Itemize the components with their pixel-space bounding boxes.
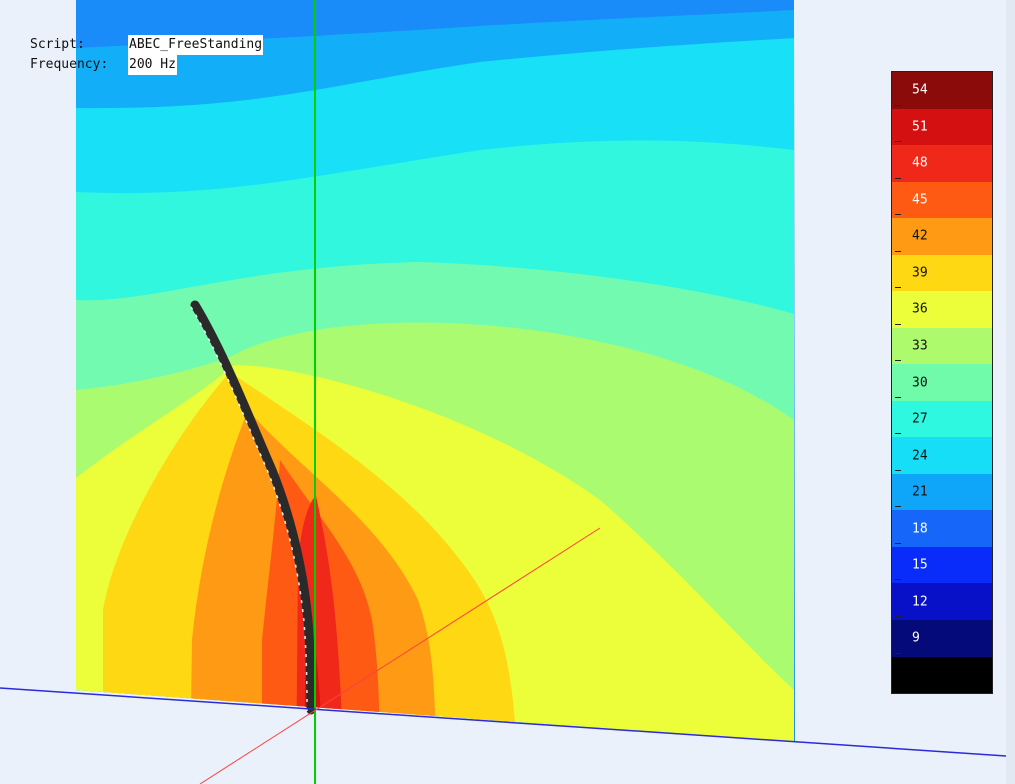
- script-value: ABEC_FreeStanding: [128, 35, 264, 55]
- legend-swatch: 30: [892, 364, 992, 401]
- legend-label: 54: [912, 82, 928, 98]
- legend-swatch: 15: [892, 546, 992, 584]
- simulation-viewport[interactable]: [0, 0, 1015, 784]
- legend-label: 12: [912, 594, 928, 610]
- contour-plane: [76, 0, 795, 742]
- legend-swatch: 24: [892, 437, 992, 474]
- legend-label: 18: [912, 521, 928, 537]
- legend-swatch: 9: [892, 619, 992, 657]
- legend-swatch: 45: [892, 181, 992, 219]
- legend-swatch: 36: [892, 291, 992, 328]
- window-edge-strip: [1006, 0, 1015, 784]
- frequency-value: 200 Hz: [128, 55, 177, 75]
- legend-label: 30: [912, 375, 928, 391]
- legend-swatch: 51: [892, 108, 992, 146]
- legend-label: 21: [912, 484, 928, 500]
- legend-tick: [895, 287, 901, 289]
- legend-swatch: 21: [892, 473, 992, 511]
- legend-label: 42: [912, 228, 928, 244]
- legend-label: 27: [912, 411, 928, 427]
- legend-tick: [895, 177, 901, 179]
- legend-tick: [895, 469, 901, 471]
- legend-swatch: 42: [892, 218, 992, 255]
- frequency-row: Frequency: 200 Hz: [30, 55, 263, 75]
- legend-tick: [895, 360, 901, 362]
- script-row: Script: ABEC_FreeStanding: [30, 35, 264, 55]
- legend-swatch: 18: [892, 510, 992, 547]
- frequency-label: Frequency:: [30, 57, 109, 72]
- legend-tick: [895, 141, 901, 143]
- legend-tick: [895, 396, 901, 398]
- legend-label: 48: [912, 155, 928, 171]
- info-overlay: Script: ABEC_FreeStanding Frequency: 200…: [30, 35, 264, 75]
- legend-tick: [895, 652, 901, 654]
- legend-label: 39: [912, 265, 928, 281]
- legend-tick: [895, 104, 901, 106]
- legend-swatch: 12: [892, 583, 992, 620]
- legend-label: 33: [912, 338, 928, 354]
- legend-label: 9: [912, 630, 920, 646]
- legend-tick: [895, 250, 901, 252]
- legend-swatch: 33: [892, 327, 992, 365]
- legend-label: 36: [912, 301, 928, 317]
- legend-swatch: [892, 656, 992, 694]
- legend-label: 51: [912, 119, 928, 135]
- legend-tick: [895, 542, 901, 544]
- legend-tick: [895, 579, 901, 581]
- legend-tick: [895, 506, 901, 508]
- legend-swatch: 27: [892, 400, 992, 438]
- legend-tick: [895, 433, 901, 435]
- legend-label: 45: [912, 192, 928, 208]
- legend-swatch: 48: [892, 145, 992, 182]
- legend-tick: [895, 214, 901, 216]
- legend-label: 15: [912, 557, 928, 573]
- legend-swatch: 54: [892, 72, 992, 109]
- script-label: Script:: [30, 37, 85, 52]
- legend-label: 24: [912, 448, 928, 464]
- color-scale-legend: 54 51 48 45 42 39 36 33 30 27 24 21 18 15 12 9: [891, 71, 993, 694]
- legend-swatch: 39: [892, 254, 992, 292]
- legend-tick: [895, 615, 901, 617]
- legend-tick: [895, 323, 901, 325]
